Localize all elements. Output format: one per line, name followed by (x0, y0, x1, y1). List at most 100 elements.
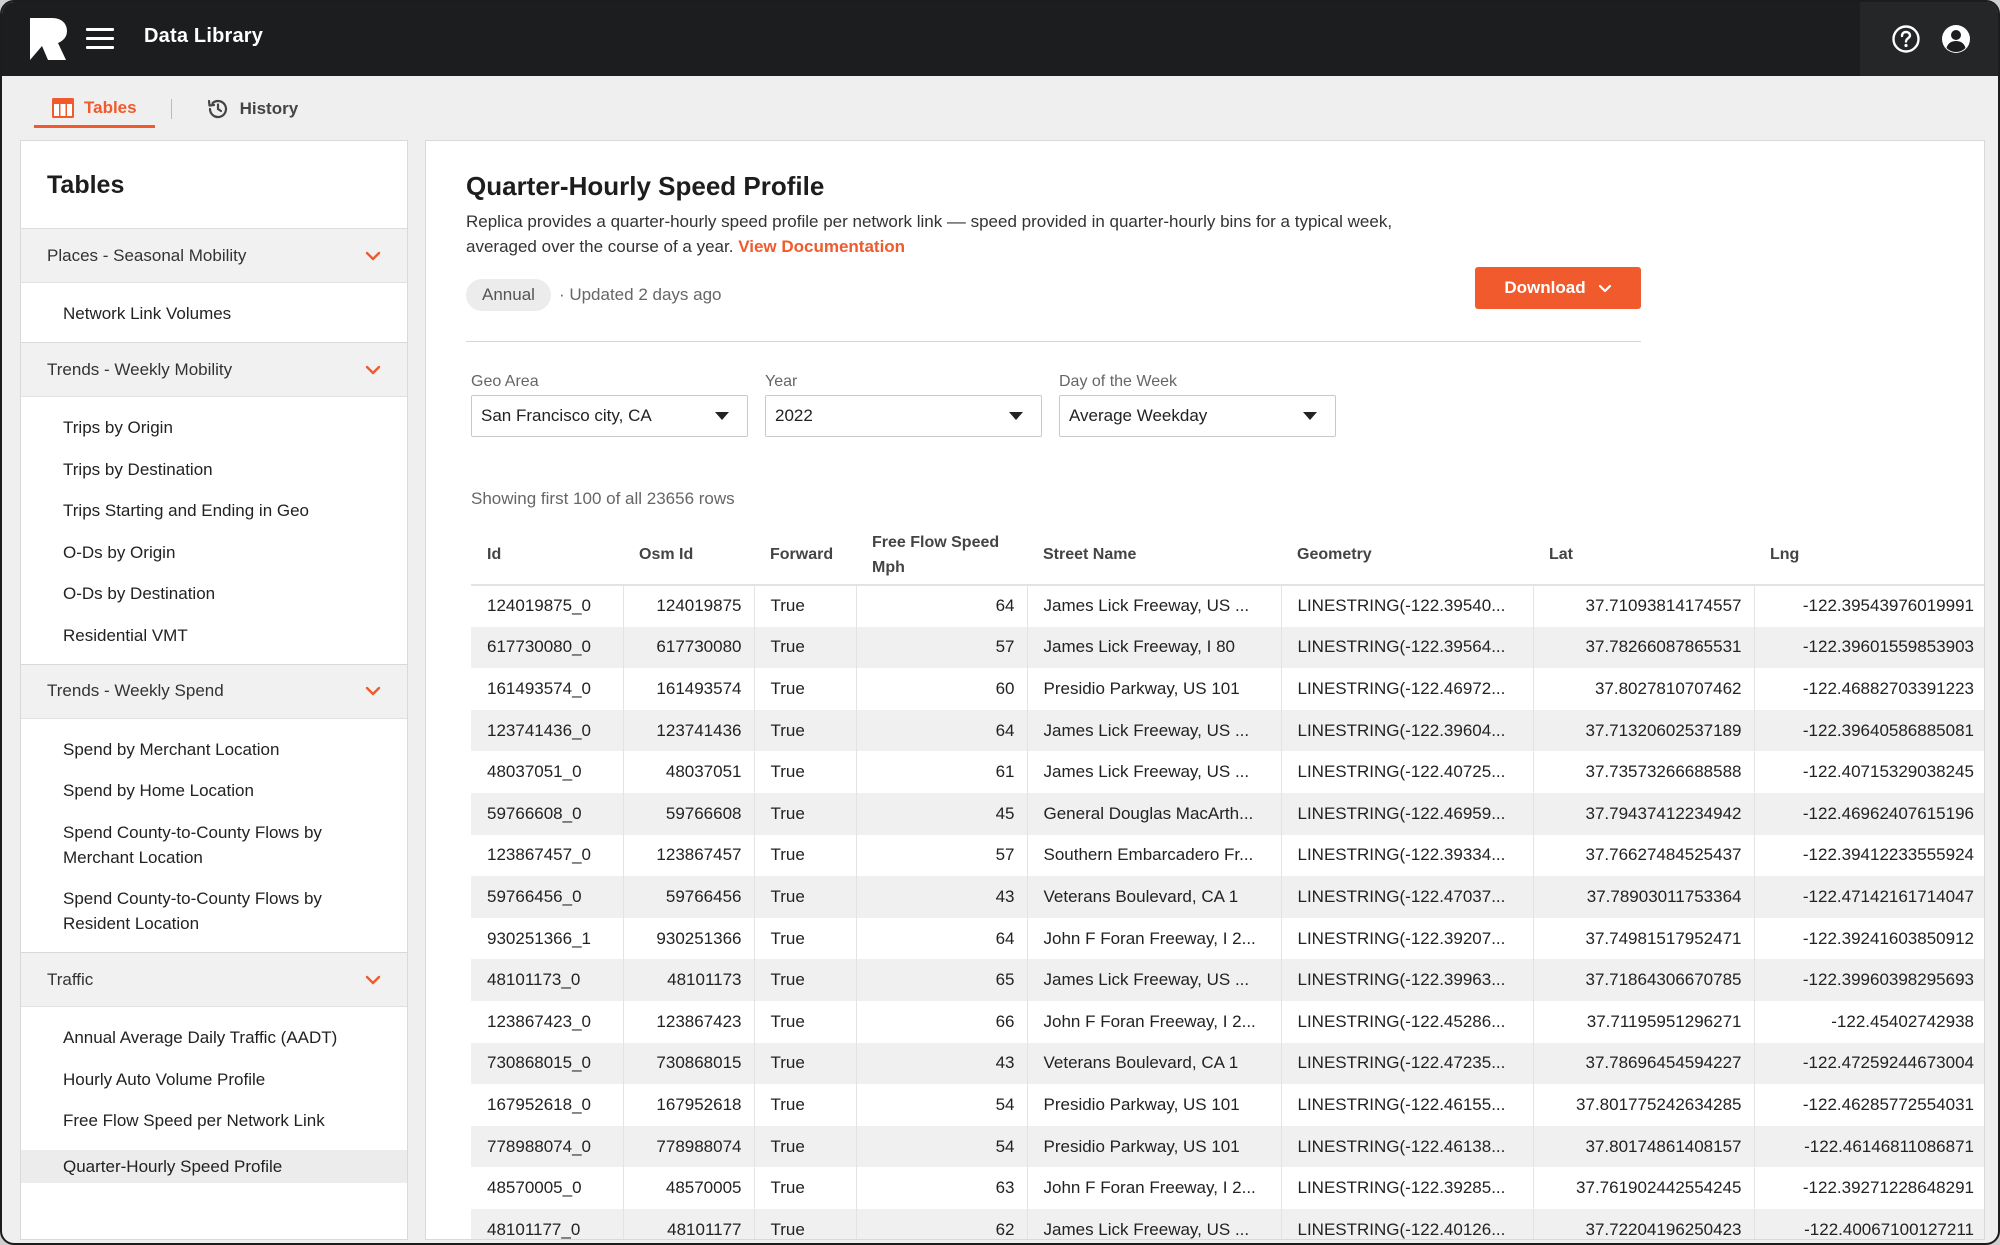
table-row[interactable]: 161493574_0 161493574 True 60 Presidio Parkw… (471, 668, 1984, 710)
column-header[interactable]: Id (471, 525, 623, 586)
sidebar-item-residential-vmt[interactable]: Residential VMT (21, 623, 407, 648)
sidebar-item-quarter-hourly-speed-profile[interactable]: Quarter-Hourly Speed Profile (21, 1149, 407, 1183)
data-table-container[interactable]: Id Osm Id Forward Free Flow Speed Mph Street… (471, 525, 1984, 1239)
table-cell: True (754, 626, 857, 669)
table-row[interactable]: 48101173_0 48101173 True 65 James Lick Freew… (471, 959, 1984, 1001)
table-row[interactable]: 48037051_0 48037051 True 61 James Lick Freew… (471, 751, 1984, 793)
table-cell: 37.71864306670785 (1533, 959, 1755, 1001)
table-cell: 54 (856, 1084, 1028, 1126)
table-cell: 730868015 (623, 1042, 755, 1085)
table-cell: -122.47259244673004 (1754, 1042, 1984, 1085)
sidebar-item-trips-starting-ending[interactable]: Trips Starting and Ending in Geo (21, 498, 407, 523)
table-row[interactable]: 123867423_0 123867423 True 66 John F Foran F… (471, 1000, 1984, 1043)
table-row[interactable]: 123741436_0 123741436 True 64 James Lick Fre… (471, 709, 1984, 752)
column-header[interactable]: Forward (754, 525, 856, 586)
caret-down-icon (1303, 412, 1317, 420)
table-cell: 43 (856, 876, 1028, 918)
column-header[interactable]: Osm Id (623, 525, 754, 586)
sidebar-item-trips-by-destination[interactable]: Trips by Destination (21, 457, 407, 482)
help-icon[interactable] (1891, 24, 1921, 54)
table-cell: James Lick Freeway, US ... (1027, 959, 1282, 1001)
download-button[interactable]: Download (1475, 267, 1641, 309)
select-value: Average Weekday (1069, 406, 1208, 425)
year-select[interactable]: 2022 (765, 395, 1042, 437)
menu-icon[interactable] (86, 28, 114, 50)
table-cell: -122.46962407615196 (1754, 792, 1984, 835)
table-row[interactable]: 48101177_0 48101177 True 62 James Lick Freew… (471, 1208, 1984, 1239)
table-cell: General Douglas MacArth... (1027, 792, 1282, 835)
group-items: Network Link Volumes (21, 283, 407, 343)
group-header-trends-weekly-mobility[interactable]: Trends - Weekly Mobility (21, 343, 407, 397)
sidebar-item-spend-county-flows-merchant[interactable]: Spend County-to-County Flows by Merchant… (21, 820, 407, 870)
table-cell: True (754, 1125, 857, 1168)
sidebar-item-aadt[interactable]: Annual Average Daily Traffic (AADT) (21, 1025, 407, 1050)
column-header[interactable]: Free Flow Speed Mph (856, 525, 1027, 586)
view-documentation-link[interactable]: View Documentation (738, 237, 905, 256)
table-cell: 37.74981517952471 (1533, 917, 1755, 960)
table-row[interactable]: 59766456_0 59766456 True 43 Veterans Bouleva… (471, 876, 1984, 918)
table-cell: 124019875_0 (471, 585, 624, 627)
chevron-down-icon (1598, 284, 1611, 292)
table-cell: LINESTRING(-122.39334... (1281, 834, 1534, 877)
table-cell: LINESTRING(-122.47235... (1281, 1042, 1534, 1085)
table-cell: -122.40715329038245 (1802, 762, 1974, 782)
table-cell: 37.79437412234942 (1533, 792, 1755, 835)
table-cell: James Lick Freeway, US ... (1027, 585, 1282, 627)
table-row[interactable]: 48570005_0 48570005 True 63 John F Foran Fre… (471, 1167, 1984, 1209)
sidebar-item-free-flow-speed[interactable]: Free Flow Speed per Network Link (21, 1108, 407, 1133)
filter-day-of-week: Day of the Week Average Weekday (1059, 373, 1336, 437)
chevron-down-icon (365, 975, 381, 984)
table-cell: James Lick Freeway, I 80 (1027, 626, 1282, 669)
sidebar-item-trips-by-origin[interactable]: Trips by Origin (21, 415, 407, 440)
table-row[interactable]: 778988074_0 778988074 True 54 Presidio Parkw… (471, 1125, 1984, 1168)
table-cell: 161493574 (623, 668, 755, 710)
table-cell: 48101177 (623, 1208, 755, 1239)
group-header-traffic[interactable]: Traffic (21, 953, 407, 1007)
table-cell: -122.46285772554031 (1802, 1094, 1974, 1114)
column-header[interactable]: Street Name (1027, 525, 1281, 586)
table-row[interactable]: 123867457_0 123867457 True 57 Southern Embar… (471, 834, 1984, 877)
table-cell: LINESTRING(-122.47037... (1281, 876, 1534, 918)
table-cell: True (754, 668, 857, 710)
table-row[interactable]: 59766608_0 59766608 True 45 General Douglas … (471, 792, 1984, 835)
sidebar-item-spend-by-home-location[interactable]: Spend by Home Location (21, 778, 407, 803)
column-header[interactable]: Geometry (1281, 525, 1533, 586)
sidebar-item-ods-by-destination[interactable]: O-Ds by Destination (21, 581, 407, 606)
sidebar-item-hourly-auto-volume[interactable]: Hourly Auto Volume Profile (21, 1067, 407, 1092)
column-header[interactable]: Lng (1754, 525, 1984, 586)
table-cell: True (754, 792, 857, 835)
table-row[interactable]: 617730080_0 617730080 True 57 James Lick Fre… (471, 626, 1984, 669)
table-cell: True (754, 709, 857, 752)
column-header[interactable]: Lat (1533, 525, 1754, 586)
group-header-trends-weekly-spend[interactable]: Trends - Weekly Spend (21, 664, 407, 719)
table-cell: 61 (856, 751, 1028, 793)
table-row[interactable]: 930251366_1 930251366 True 64 John F Foran F… (471, 917, 1984, 960)
table-cell: James Lick Freeway, US ... (1027, 751, 1282, 793)
row-count: Showing first 100 of all 23656 rows (471, 489, 735, 508)
table-cell: 123867457_0 (471, 834, 624, 877)
tab-tables[interactable]: Tables (34, 90, 155, 128)
table-description: Replica provides a quarter-hourly speed … (466, 209, 1466, 259)
account-icon[interactable] (1941, 24, 1971, 54)
table-cell: LINESTRING(-122.40126... (1281, 1208, 1534, 1239)
table-cell: 37.80174861408157 (1533, 1125, 1755, 1168)
sidebar-item-spend-by-merchant-location[interactable]: Spend by Merchant Location (21, 737, 407, 762)
table-cell: Veterans Boulevard, CA 1 (1027, 1042, 1282, 1085)
day-of-week-select[interactable]: Average Weekday (1059, 395, 1336, 437)
filter-label: Geo Area (471, 373, 539, 390)
table-row[interactable]: 124019875_0 124019875 True 64 James Lick Fre… (471, 585, 1984, 627)
table-cell: 730868015_0 (471, 1042, 624, 1085)
geo-area-select[interactable]: San Francisco city, CA (471, 395, 748, 437)
sidebar-item-spend-county-flows-resident[interactable]: Spend County-to-County Flows by Resident… (21, 886, 407, 936)
table-cell: LINESTRING(-122.39540... (1281, 585, 1534, 627)
tab-history[interactable]: History (188, 90, 317, 128)
table-row[interactable]: 730868015_0 730868015 True 43 Veterans Boule… (471, 1042, 1984, 1085)
table-cell: 778988074 (623, 1125, 755, 1168)
group-label: Places - Seasonal Mobility (47, 245, 247, 265)
table-cell: Presidio Parkway, US 101 (1027, 668, 1282, 710)
sidebar-item-ods-by-origin[interactable]: O-Ds by Origin (21, 540, 407, 565)
sidebar-item-network-link-volumes[interactable]: Network Link Volumes (21, 301, 407, 326)
table-row[interactable]: 167952618_0 167952618 True 54 Presidio Parkw… (471, 1084, 1984, 1126)
group-header-places-seasonal-mobility[interactable]: Places - Seasonal Mobility (21, 229, 407, 283)
replica-logo-icon[interactable] (30, 18, 68, 60)
